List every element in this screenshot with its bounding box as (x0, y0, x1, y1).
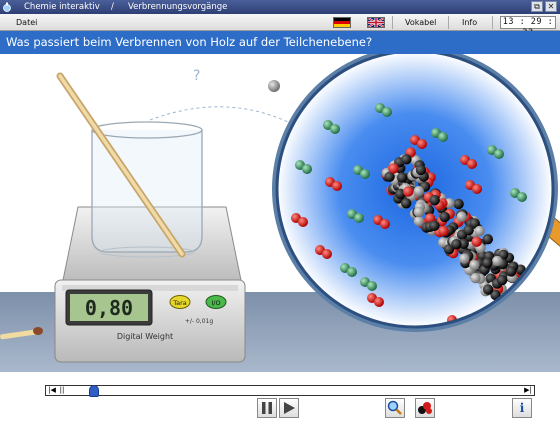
oxygen-atom (380, 219, 390, 229)
question-mark: ? (193, 68, 200, 84)
oxygen-atom (322, 249, 332, 259)
oxygen-atom (388, 163, 399, 174)
hydrogen-atom (459, 253, 470, 264)
gas-molecule (367, 281, 377, 291)
carbon-atom (401, 198, 412, 209)
carbon-atom (439, 211, 450, 223)
carbon-atom (506, 266, 517, 277)
gas-molecule (494, 149, 504, 159)
scale-precision: +/- 0,01g (185, 318, 213, 325)
carbon-atom (396, 172, 408, 183)
oxygen-atom (471, 236, 482, 247)
carbon-atom (415, 164, 427, 176)
particle-model-button[interactable] (415, 398, 435, 418)
app-icon (3, 2, 11, 12)
hydrogen-atom (413, 185, 424, 197)
carbon-atom (429, 195, 440, 206)
gas-molecule (347, 267, 357, 277)
gas-molecule (330, 124, 340, 134)
question-title: Was passiert beim Verbrennen von Holz au… (0, 31, 560, 54)
pause-button[interactable] (257, 398, 277, 418)
carbon-atom (429, 220, 440, 231)
timeline-track[interactable]: |◀ || ▶| (45, 385, 535, 397)
step-back-button[interactable]: || (57, 386, 67, 395)
info-button[interactable]: i (512, 398, 532, 418)
simulation-scene: ? 0,80 Tara I/O +/- 0,01g Digital Weight (0, 54, 560, 372)
carbon-atom (451, 239, 462, 250)
menu-bar: Datei Vokabel Info 13 : 29 : 33 (0, 14, 560, 38)
gas-molecule (438, 132, 448, 142)
molecule-icon (418, 402, 432, 414)
menu-item-vocab[interactable]: Vokabel (405, 14, 436, 31)
oxygen-atom (403, 186, 414, 197)
menu-item-info[interactable]: Info (462, 14, 477, 31)
scale-brand: Digital Weight (117, 332, 173, 341)
carbon-atom (463, 225, 474, 236)
skip-end-button[interactable]: ▶| (523, 386, 533, 395)
power-label: I/O (211, 299, 220, 307)
oxygen-atom (374, 297, 384, 307)
clock-display: 13 : 29 : 33 (500, 16, 556, 38)
title-separator: / (111, 2, 114, 12)
gas-molecule (354, 213, 364, 223)
german-flag-icon[interactable] (333, 17, 351, 28)
magnifier-icon (387, 400, 402, 415)
hydrogen-atom (469, 259, 480, 271)
hydrogen-atom (474, 225, 485, 237)
gas-molecule (382, 107, 392, 117)
section-title: Verbrennungsvorgänge (128, 2, 228, 12)
window-titlebar: Chemie interaktiv / Verbrennungsvorgänge… (0, 0, 560, 14)
gas-molecule (517, 192, 527, 202)
close-button[interactable]: ✕ (545, 1, 557, 12)
gas-molecule (302, 164, 312, 174)
uk-flag-icon[interactable] (367, 17, 385, 28)
hydrogen-atom (413, 206, 425, 218)
player-bar: |◀ || ▶| i (0, 372, 560, 420)
hydrogen-atom (492, 255, 503, 267)
zoom-button[interactable] (385, 398, 405, 418)
carbon-atom (482, 284, 494, 295)
pause-icon (262, 402, 272, 414)
carbon-atom (401, 154, 412, 165)
play-icon (284, 402, 295, 414)
skip-start-button[interactable]: |◀ (47, 386, 57, 395)
oxygen-atom (298, 217, 308, 227)
menu-item-file[interactable]: Datei (16, 14, 37, 31)
hydrogen-atom (413, 216, 425, 227)
app-title: Chemie interaktiv (24, 2, 100, 12)
tara-label: Tara (172, 299, 187, 307)
play-button[interactable] (279, 398, 299, 418)
oxygen-atom (438, 225, 449, 237)
gas-molecule (360, 169, 370, 179)
scale-reading: 0,80 (85, 296, 133, 320)
lens-edge-fragment (268, 80, 280, 92)
oxygen-atom (467, 159, 477, 169)
carbon-atom (453, 198, 464, 210)
hydrogen-atom (456, 211, 467, 222)
oxygen-atom (332, 181, 342, 191)
carbon-atom (496, 275, 508, 286)
restore-button[interactable]: ⧉ (531, 1, 543, 12)
carbon-atom (482, 257, 493, 269)
oxygen-atom (417, 139, 427, 149)
oxygen-atom (472, 184, 482, 194)
timeline-knob[interactable] (88, 385, 99, 397)
hydrogen-atom (470, 272, 481, 284)
